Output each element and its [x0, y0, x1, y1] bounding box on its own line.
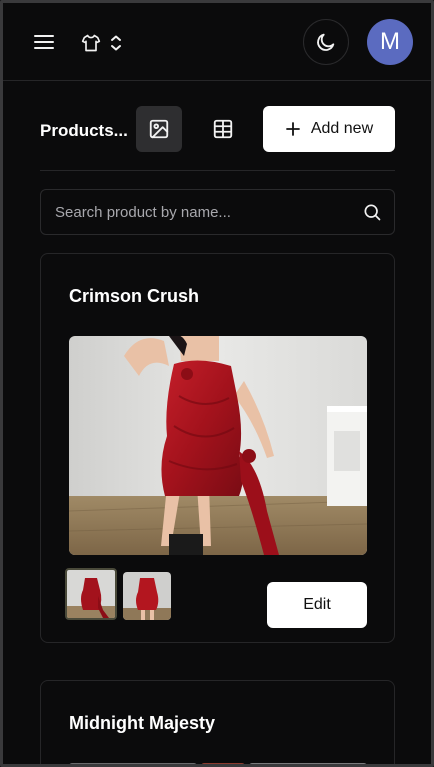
moon-icon — [317, 33, 335, 51]
product-thumbnail[interactable] — [65, 568, 117, 620]
search-box — [40, 189, 395, 235]
chevron-up-down-icon — [111, 35, 121, 51]
search-input[interactable] — [41, 190, 351, 234]
product-main-image[interactable] — [69, 336, 367, 555]
avatar[interactable]: M — [367, 19, 413, 65]
divider — [40, 170, 395, 171]
gallery-view-button[interactable] — [136, 106, 182, 152]
product-thumbnail[interactable] — [123, 572, 171, 620]
product-card: Midnight Majesty — [40, 680, 395, 764]
product-name: Crimson Crush — [69, 286, 200, 306]
edit-button[interactable]: Edit — [267, 582, 367, 628]
theme-toggle-button[interactable] — [303, 19, 349, 65]
tshirt-icon — [81, 34, 101, 52]
hamburger-menu-icon[interactable] — [31, 29, 57, 55]
top-navbar: M — [3, 3, 431, 81]
product-card: Crimson Crush Edit — [40, 253, 395, 643]
app-frame: M Products... Add new Crimson Crush — [0, 0, 434, 767]
dress-photo — [69, 336, 367, 555]
add-new-label: Add new — [310, 120, 374, 137]
plus-icon — [285, 122, 300, 136]
table-view-button[interactable] — [200, 106, 246, 152]
image-icon — [149, 119, 169, 139]
search-icon[interactable] — [362, 202, 382, 222]
add-new-button[interactable]: Add new — [263, 106, 395, 152]
page-title: Products... — [40, 121, 128, 140]
product-image-strip — [69, 763, 367, 764]
table-grid-icon — [213, 119, 233, 139]
product-name: Midnight Majesty — [69, 713, 216, 733]
store-switcher[interactable] — [81, 31, 123, 55]
